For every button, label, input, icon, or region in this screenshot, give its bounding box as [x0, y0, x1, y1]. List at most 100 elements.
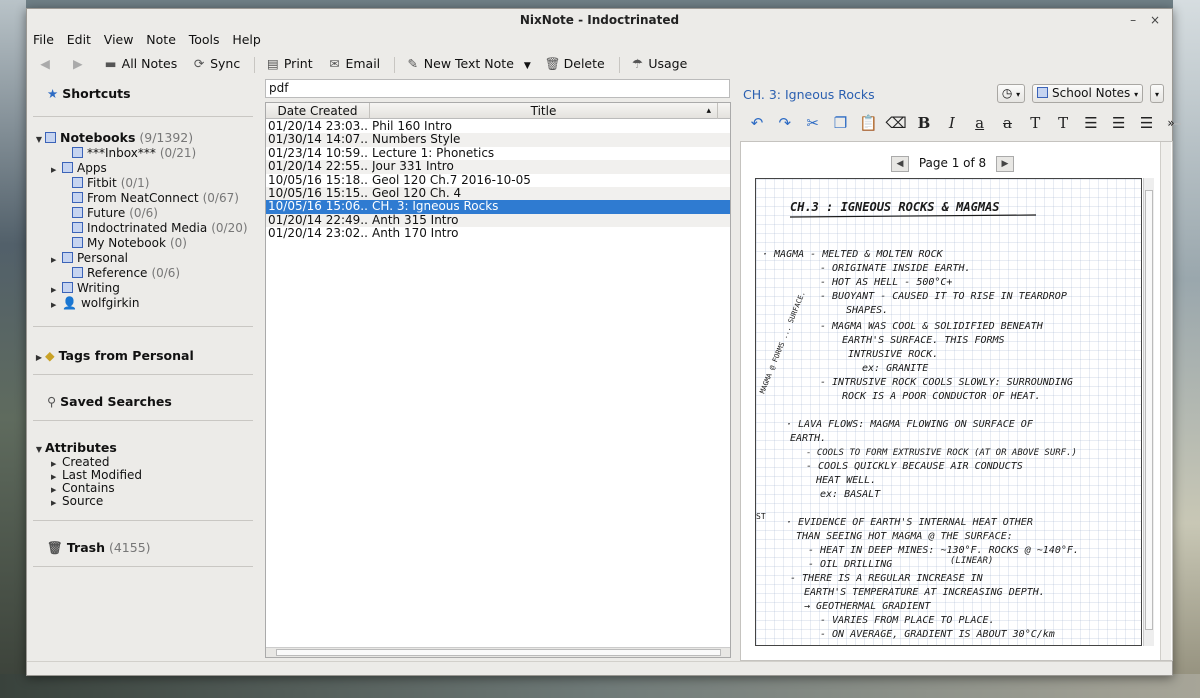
all-notes-button[interactable]: ▬ All Notes [103, 52, 178, 76]
notebook-icon [62, 282, 73, 293]
scrollbar-thumb[interactable] [276, 649, 721, 656]
note-date-created: 01/20/14 23:03... [268, 120, 368, 133]
handwriting-line: - THERE IS A REGULAR INCREASE IN [790, 573, 984, 584]
paste-icon[interactable]: 📋 [856, 113, 880, 133]
strikethrough-icon[interactable]: a [995, 113, 1019, 133]
new-text-note-button[interactable]: ✎ New Text Note ▼ [405, 52, 531, 78]
collapse-triangle-icon[interactable]: ▶ [51, 496, 62, 511]
handwriting-line: EARTH'S TEMPERATURE AT INCREASING DEPTH. [804, 587, 1045, 598]
attribute-item-source[interactable]: ▶ Source [51, 494, 103, 511]
menu-file[interactable]: File [33, 31, 54, 49]
note-list-row[interactable]: 10/05/16 15:15... Geol 120 Ch. 4 [266, 187, 730, 201]
column-date-created[interactable]: Date Created [266, 103, 370, 119]
notebook-label: ***Inbox*** [87, 146, 156, 160]
copy-icon[interactable]: ❐ [828, 113, 852, 133]
sidebar-notebook-item[interactable]: Fitbit (0/1) [61, 176, 149, 191]
close-button[interactable]: × [1146, 9, 1164, 31]
saved-searches-header[interactable]: ⚲ Saved Searches [47, 394, 172, 410]
collapse-triangle-icon[interactable]: ▶ [51, 298, 62, 313]
back-button[interactable]: ◀ [37, 52, 56, 76]
menu-help[interactable]: Help [232, 31, 261, 49]
format-toolbar: ↶ ↷ ✂ ❐ 📋 ⌫ B I a a T T ☰ ☰ ☰ — » [745, 113, 1182, 133]
cut-icon[interactable]: ✂ [801, 113, 825, 133]
note-title[interactable]: CH. 3: Igneous Rocks [743, 87, 875, 102]
email-button[interactable]: ✉ Email [326, 52, 380, 76]
horizontal-scrollbar[interactable] [266, 647, 730, 657]
sidebar-notebook-item[interactable]: ▶ 👤 wolfgirkin [51, 296, 143, 313]
previous-page-button[interactable]: ◀ [891, 155, 909, 172]
note-list-row[interactable]: 10/05/16 15:18... Geol 120 Ch.7 2016-10-0… [266, 174, 730, 187]
sidebar-notebook-item[interactable]: Reference (0/6) [61, 266, 180, 281]
sidebar-notebook-item[interactable]: Indoctrinated Media (0/20) [61, 221, 248, 236]
sidebar-notebook-item[interactable]: ***Inbox*** (0/21) [61, 146, 196, 161]
bold-icon[interactable]: B [912, 113, 936, 133]
menu-tools[interactable]: Tools [189, 31, 220, 49]
align-left-icon[interactable]: ☰ [1135, 113, 1159, 133]
shortcuts-header[interactable]: ★ Shortcuts [47, 86, 131, 102]
menu-view[interactable]: View [104, 31, 134, 49]
column-title[interactable]: Title ▴ [370, 103, 718, 119]
sidebar-divider [33, 116, 253, 117]
eraser-icon[interactable]: ⌫ [884, 113, 908, 133]
scrollbar-thumb[interactable] [1145, 190, 1153, 630]
italic-icon[interactable]: I [940, 113, 964, 133]
trash-header[interactable]: 🗑 Trash (4155) [47, 540, 151, 556]
note-list-row[interactable]: 01/23/14 10:59... Lecture 1: Phonetics [266, 147, 730, 160]
reminder-button[interactable]: ◷ ▾ [996, 84, 1026, 103]
window-controls: – × [1124, 9, 1164, 31]
tags-header[interactable]: ▶ ◆ Tags from Personal [33, 348, 194, 366]
sidebar-notebook-item[interactable]: Future (0/6) [61, 206, 158, 221]
editor-menu-button[interactable]: ▾ [1149, 84, 1164, 103]
main-toolbar: ◀ ▶ ▬ All Notes ⟳ Sync ▤ Print ✉ Email ✎ New … [27, 52, 1172, 76]
underline-icon[interactable]: a [968, 113, 992, 133]
print-button[interactable]: ▤ Print [265, 52, 313, 76]
menu-note[interactable]: Note [146, 31, 176, 49]
sidebar-divider [33, 520, 253, 521]
align-center-icon[interactable]: ☰ [1079, 113, 1103, 133]
user-icon: 👤 [62, 296, 77, 310]
note-editor[interactable]: ◀ Page 1 of 8 ▶ CH.3 : IGNEOUS ROCKS & M… [740, 141, 1173, 661]
align-right-icon[interactable]: ☰ [1107, 113, 1131, 133]
filter-input[interactable]: pdf [265, 79, 730, 98]
next-page-button[interactable]: ▶ [996, 155, 1014, 172]
undo-icon[interactable]: ↶ [745, 113, 769, 133]
forward-button[interactable]: ▶ [70, 52, 89, 76]
pdf-vertical-scrollbar[interactable] [1143, 178, 1154, 646]
handwriting-line: · MAGMA - MELTED & MOLTEN ROCK [762, 249, 944, 260]
minimize-button[interactable]: – [1124, 9, 1142, 31]
notebook-count: (0/21) [159, 146, 197, 160]
menu-edit[interactable]: Edit [67, 31, 91, 49]
delete-button[interactable]: 🗑 Delete [545, 52, 605, 76]
note-list-row[interactable]: 01/20/14 22:49... Anth 315 Intro [266, 213, 730, 228]
subscript-icon[interactable]: T [1051, 113, 1075, 133]
print-label: Print [283, 56, 313, 71]
editor-vertical-scrollbar[interactable] [1160, 142, 1171, 660]
note-list-row[interactable]: 01/20/14 23:03... Phil 160 Intro [266, 120, 730, 133]
sidebar-notebook-item[interactable]: From NeatConnect (0/67) [61, 191, 239, 206]
sidebar-notebook-item[interactable]: My Notebook (0) [61, 236, 187, 251]
new-note-dropdown-icon[interactable]: ▼ [524, 61, 531, 71]
more-tools-icon[interactable]: » [1159, 113, 1183, 133]
menu-bar: File Edit View Note Tools Help [27, 31, 1172, 51]
note-date-created: 10/05/16 15:06... [268, 200, 368, 214]
usage-button[interactable]: ☂ Usage [629, 52, 688, 76]
notebook-label: Future [87, 206, 126, 220]
handwriting-line: - OIL DRILLING [808, 559, 892, 570]
note-list-row[interactable]: 10/05/16 15:06... CH. 3: Igneous Rocks [266, 200, 730, 214]
notebook-label: From NeatConnect [87, 191, 199, 205]
notebook-selector[interactable]: School Notes ▾ [1032, 84, 1144, 103]
note-list-row[interactable]: 01/30/14 14:07... Numbers Style [266, 133, 730, 147]
note-title-cell: Lecture 1: Phonetics [372, 146, 495, 160]
note-list-row[interactable]: 01/20/14 22:55... Jour 331 Intro [266, 160, 730, 174]
expand-triangle-icon[interactable]: ▼ [33, 132, 45, 148]
expand-triangle-icon[interactable]: ▼ [33, 442, 45, 458]
email-label: Email [345, 56, 381, 71]
superscript-icon[interactable]: T [1023, 113, 1047, 133]
collapse-triangle-icon[interactable]: ▶ [33, 350, 45, 366]
note-list-row[interactable]: 01/20/14 23:02... Anth 170 Intro [266, 227, 730, 240]
redo-icon[interactable]: ↷ [773, 113, 797, 133]
sync-button[interactable]: ⟳ Sync [191, 52, 240, 76]
editor-header-controls: ◷ ▾ School Notes ▾ ▾ [994, 84, 1164, 104]
note-date-created: 10/05/16 15:15... [268, 187, 368, 200]
all-notes-label: All Notes [121, 56, 178, 71]
